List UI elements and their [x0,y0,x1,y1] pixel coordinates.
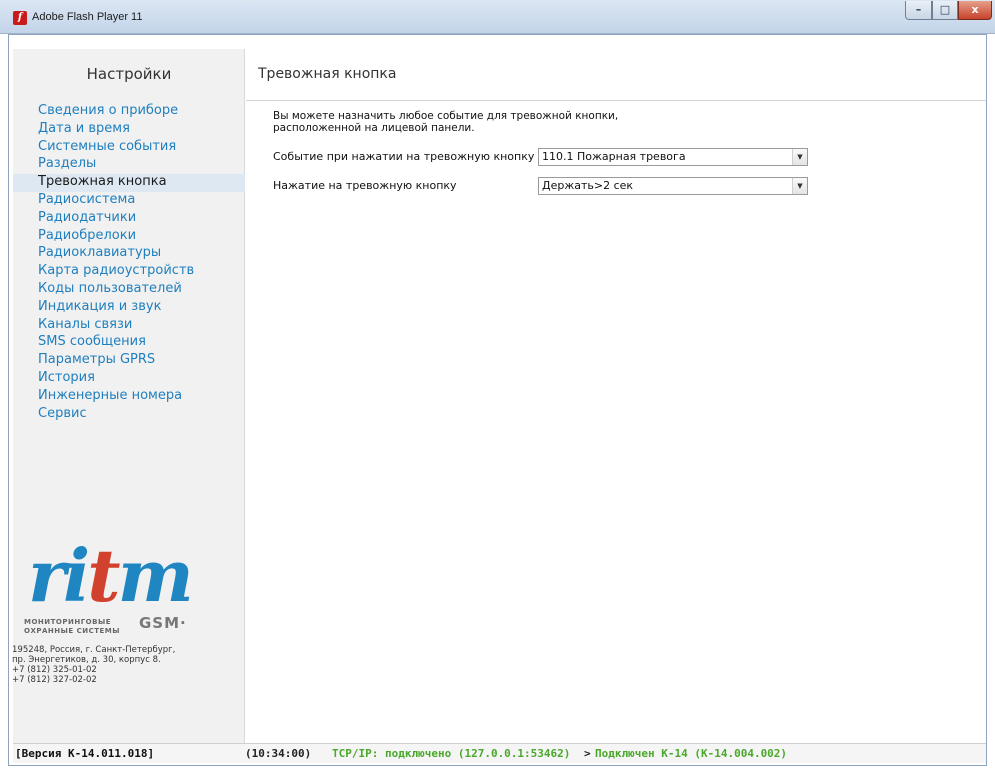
flash-player-icon: f [13,11,27,25]
maximize-button[interactable]: □ [932,1,958,20]
logo-subtitle: МОНИТОРИНГОВЫЕ ОХРАННЫЕ СИСТЕМЫ [24,618,120,636]
content-header: Тревожная кнопка [246,49,986,101]
sidebar-item-radio-device-map[interactable]: Карта радиоустройств [13,263,245,281]
status-time: (10:34:00) [245,747,312,760]
address-line: пр. Энергетиков, д. 30, корпус 8. [12,655,161,665]
sidebar-nav: Сведения о приборе Дата и время Системны… [13,103,245,423]
logo-gsm: GSM· [139,614,187,632]
company-address: 195248, Россия, г. Санкт-Петербург, пр. … [12,645,227,685]
chevron-down-icon[interactable]: ▼ [792,178,807,194]
status-tcp-connection: TCP/IP: подключено (127.0.0.1:53462) [332,747,571,760]
sidebar-item-radio-system[interactable]: Радиосистема [13,192,245,210]
logo-m: m [117,533,194,618]
close-button[interactable]: x [958,1,992,20]
sidebar-item-panic-button[interactable]: Тревожная кнопка [13,174,245,192]
status-device-connection: Подключен К-14 (К-14.004.002) [595,747,788,760]
sidebar-item-radio-sensors[interactable]: Радиодатчики [13,210,245,228]
logo-wordmark: ritm [28,540,194,612]
event-label: Событие при нажатии на тревожную кнопку [273,150,535,163]
description-line: Вы можете назначить любое событие для тр… [273,110,619,122]
press-mode-select-value: Держать>2 сек [542,179,634,192]
phone-line: +7 (812) 327-02-02 [12,675,97,685]
sidebar-item-indication-sound[interactable]: Индикация и звук [13,299,245,317]
window-title: Adobe Flash Player 11 [32,11,143,23]
sidebar-item-date-time[interactable]: Дата и время [13,121,245,139]
chevron-down-icon[interactable]: ▼ [792,149,807,165]
logo-t: t [87,533,120,618]
phone-line: +7 (812) 325-01-02 [12,665,97,675]
sidebar-item-system-events[interactable]: Системные события [13,139,245,157]
logo-subtitle-line2: ОХРАННЫЕ СИСТЕМЫ [24,627,120,635]
sidebar-item-partitions[interactable]: Разделы [13,156,245,174]
sidebar-item-sms[interactable]: SMS сообщения [13,334,245,352]
status-bar: [Версия К-14.011.018] (10:34:00) TCP/IP:… [13,743,986,763]
sidebar-item-user-codes[interactable]: Коды пользователей [13,281,245,299]
sidebar-item-gprs[interactable]: Параметры GPRS [13,352,245,370]
event-select-value: 110.1 Пожарная тревога [542,150,686,163]
address-line: 195248, Россия, г. Санкт-Петербург, [12,645,176,655]
logo-ri: ri [28,533,90,618]
sidebar-item-engineer-numbers[interactable]: Инженерные номера [13,388,245,406]
press-label: Нажатие на тревожную кнопку [273,179,457,192]
version-label: [Версия К-14.011.018] [15,747,155,760]
minimize-button[interactable]: – [905,1,932,20]
description-line: расположенной на лицевой панели. [273,122,475,134]
sidebar-title: Настройки [86,65,172,83]
logo-subtitle-line1: МОНИТОРИНГОВЫЕ [24,618,111,626]
press-mode-select[interactable]: Держать>2 сек ▼ [538,177,808,195]
page-title: Тревожная кнопка [258,66,397,82]
sidebar-item-service[interactable]: Сервис [13,406,245,424]
event-select[interactable]: 110.1 Пожарная тревога ▼ [538,148,808,166]
sidebar-item-radio-keyfobs[interactable]: Радиобрелоки [13,228,245,246]
sidebar-item-history[interactable]: История [13,370,245,388]
ritm-logo: ritm МОНИТОРИНГОВЫЕ ОХРАННЫЕ СИСТЕМЫ GSM… [24,540,224,640]
page-description: Вы можете назначить любое событие для тр… [273,110,693,134]
window-titlebar: f Adobe Flash Player 11 – □ x [0,0,995,34]
sidebar-item-device-info[interactable]: Сведения о приборе [13,103,245,121]
sidebar-item-channels[interactable]: Каналы связи [13,317,245,335]
status-arrow: > [584,747,591,760]
sidebar-item-radio-keypads[interactable]: Радиоклавиатуры [13,245,245,263]
